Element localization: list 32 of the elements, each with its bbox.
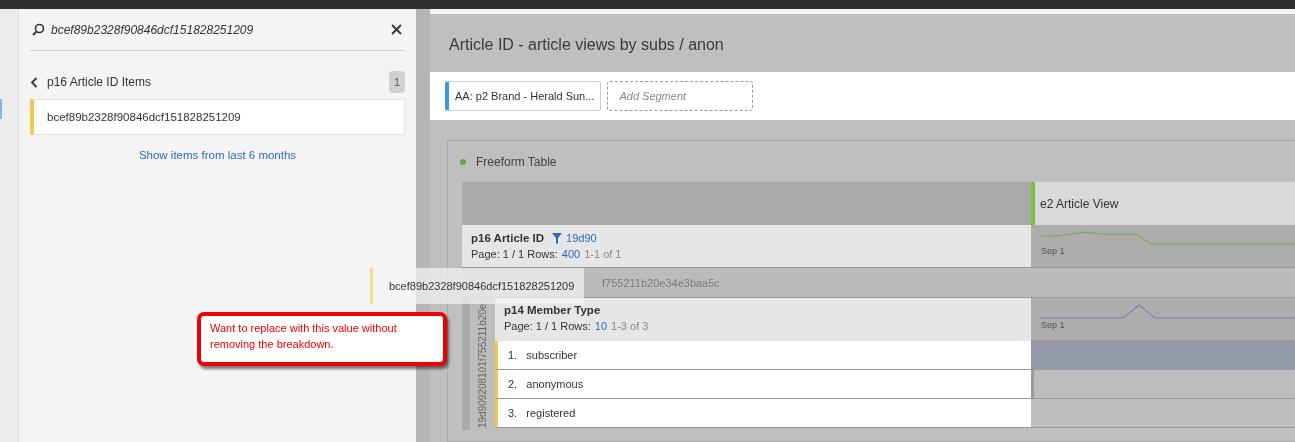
annotation-callout-tooltip: Want to replace with this value without removing the breakdown. xyxy=(197,312,447,366)
freeform-title: Freeform Table xyxy=(476,154,557,169)
sparkline-label: Sep 1 xyxy=(1041,320,1066,330)
page-info: Page: 1 / 1 Rows: xyxy=(471,248,558,260)
close-button[interactable] xyxy=(391,23,403,36)
table-row[interactable]: 1. subscriber xyxy=(495,341,1031,370)
search-field[interactable]: bcef89b2328f90846dcf151828251209 xyxy=(51,22,385,37)
status-dot-icon xyxy=(460,158,466,165)
page-info: Page: 1 / 1 Rows: xyxy=(504,320,591,332)
range-text: 1-3 of 3 xyxy=(611,320,649,332)
component-item[interactable]: bcef89b2328f90846dcf151828251209 xyxy=(30,99,405,135)
breadcrumb-title: p16 Article ID Items xyxy=(47,75,153,89)
filter-link[interactable]: 19d90 xyxy=(566,232,597,244)
filter-icon xyxy=(552,232,563,244)
rows-link[interactable]: 10 xyxy=(594,320,608,332)
search-icon xyxy=(32,23,45,36)
segment-chip[interactable]: AA: p2 Brand - Herald Sun... xyxy=(445,81,602,111)
range-text: 1-1 of 1 xyxy=(584,248,622,260)
count-badge: 1 xyxy=(388,71,405,93)
breakdown-name: p14 Member Type xyxy=(504,304,602,316)
back-button[interactable] xyxy=(30,76,38,88)
add-segment-drop-zone[interactable]: Add Segment xyxy=(607,81,754,111)
rows-link[interactable]: 400 xyxy=(561,248,581,260)
sparkline-label: Sep 1 xyxy=(1041,246,1066,256)
panel-title: Article ID - article views by subs / anon xyxy=(448,35,725,55)
dimension-name: p16 Article ID xyxy=(471,232,545,244)
table-row[interactable]: 2. anonymous xyxy=(495,370,1031,399)
metric-header[interactable]: e2 Article View xyxy=(1031,182,1295,225)
row-value: f755211b20e34e3baa5c xyxy=(602,276,720,289)
drag-preview-tooltip[interactable]: bcef89b2328f90846dcf151828251209 xyxy=(370,268,585,304)
table-row[interactable]: 3. registered xyxy=(495,399,1031,428)
show-items-link[interactable]: Show items from last 6 months xyxy=(138,149,297,161)
